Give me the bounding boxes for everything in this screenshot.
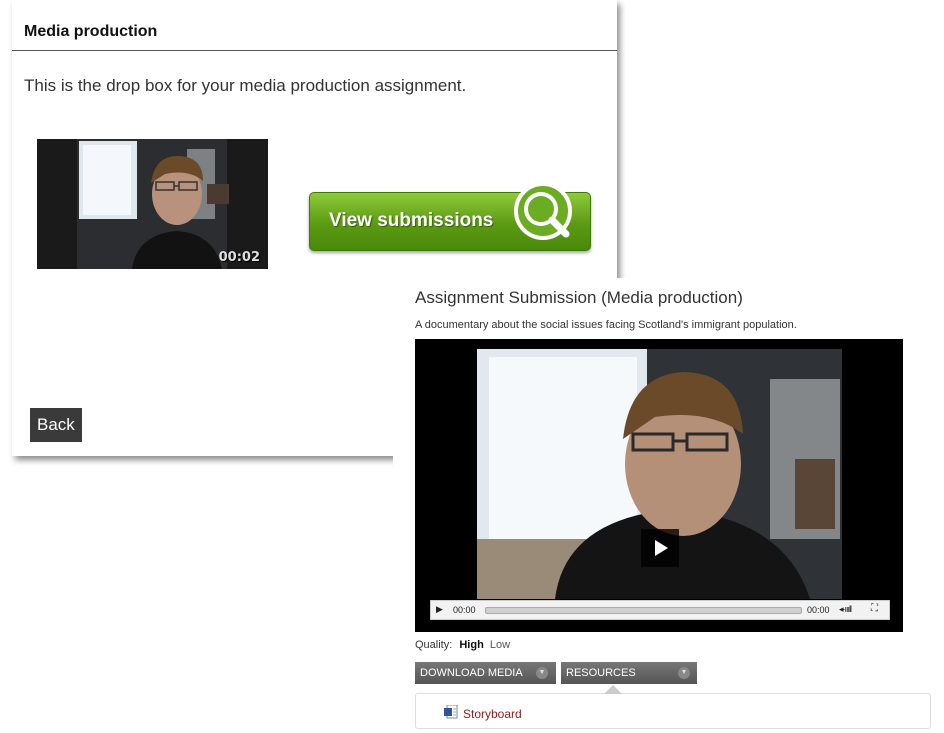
drop-box-description: This is the drop box for your media prod… [24,76,467,95]
control-play-icon[interactable]: ▶ [436,604,443,615]
player-controls: ▶ 00:00 00:00 ◂·ıııll ⛶ [430,600,890,620]
fullscreen-icon[interactable]: ⛶ [871,603,878,614]
video-frame [415,339,903,632]
play-overlay-button[interactable] [641,529,679,567]
magnifier-icon [514,182,572,240]
resources-list: Storyboard [415,685,931,729]
storyboard-link[interactable]: Storyboard [463,707,522,721]
download-media-button[interactable]: DOWNLOAD MEDIA ▼ [415,662,556,684]
view-submissions-label: View submissions [329,210,494,231]
submission-description: A documentary about the social issues fa… [415,319,797,331]
resources-button[interactable]: RESOURCES ▼ [561,662,697,684]
dropdown-pointer [604,685,622,694]
quality-option-low[interactable]: Low [490,639,510,651]
quality-option-high[interactable]: High [459,639,483,651]
volume-icon[interactable]: ◂·ıııll [839,604,852,615]
view-submissions-button[interactable]: View submissions [309,182,591,251]
quality-label: Quality: [415,639,453,651]
word-document-icon [444,705,458,719]
video-thumbnail[interactable]: 00:02 [37,139,268,269]
title-divider [12,50,617,51]
play-icon [655,540,668,556]
thumbnail-duration: 00:02 [218,250,260,265]
submission-title: Assignment Submission (Media production) [415,288,743,307]
resources-label: RESOURCES [566,667,636,679]
current-time: 00:00 [453,605,476,615]
video-player[interactable]: ▶ 00:00 00:00 ◂·ıııll ⛶ [415,339,903,632]
chevron-down-icon: ▼ [536,667,548,679]
download-media-label: DOWNLOAD MEDIA [420,667,523,679]
back-button[interactable]: Back [30,408,82,442]
seek-bar[interactable] [485,607,802,614]
submission-panel: Assignment Submission (Media production)… [393,278,944,733]
quality-selector: Quality: High Low [415,639,510,651]
drop-box-title: Media production [24,23,158,40]
chevron-down-icon: ▼ [678,667,690,679]
total-time: 00:00 [807,605,830,615]
